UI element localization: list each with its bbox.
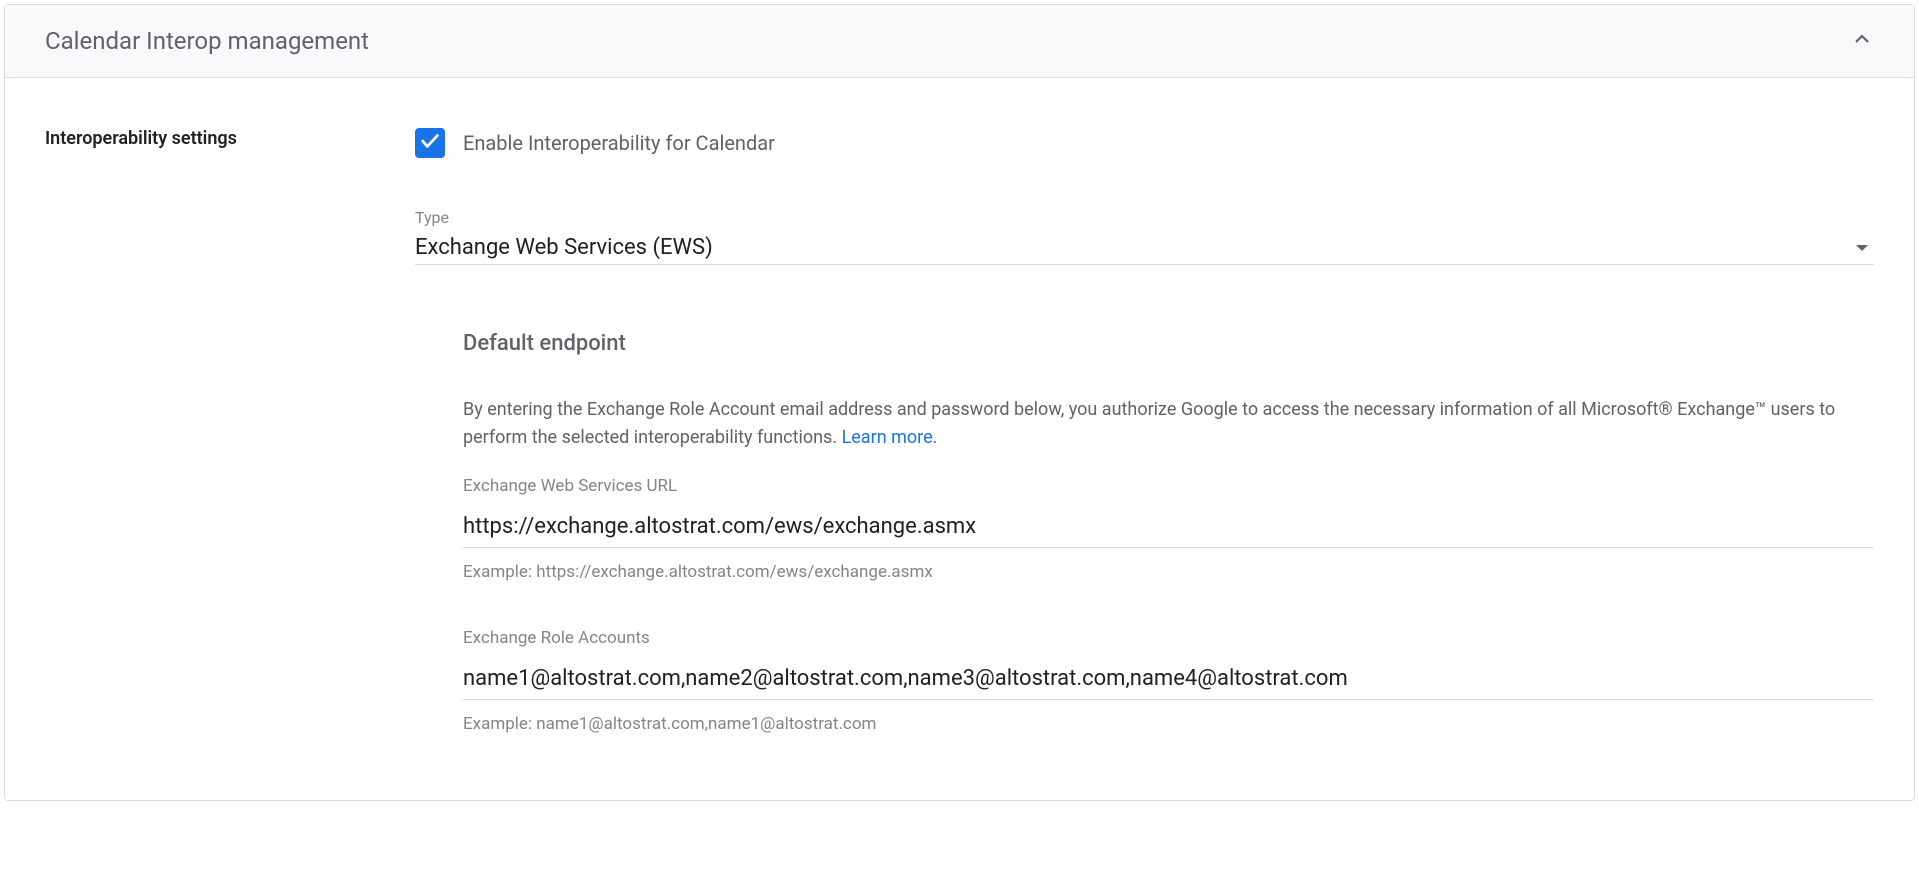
type-label: Type: [415, 208, 1874, 227]
calendar-interop-panel: Calendar Interop management Interoperabi…: [4, 4, 1915, 801]
panel-header[interactable]: Calendar Interop management: [5, 5, 1914, 78]
section-title: Interoperability settings: [45, 128, 415, 149]
panel-title: Calendar Interop management: [45, 27, 369, 55]
role-accounts-label: Exchange Role Accounts: [463, 628, 1874, 648]
ews-url-block: Exchange Web Services URL Example: https…: [463, 476, 1874, 582]
chevron-up-icon: [1850, 27, 1874, 55]
learn-more-link[interactable]: Learn more.: [842, 427, 938, 448]
endpoint-description-text: By entering the Exchange Role Account em…: [463, 399, 1835, 448]
ews-url-input[interactable]: [463, 510, 1874, 548]
role-accounts-input[interactable]: [463, 662, 1874, 700]
type-select-value: Exchange Web Services (EWS): [415, 235, 713, 260]
ews-url-example: Example: https://exchange.altostrat.com/…: [463, 562, 1874, 582]
enable-interop-row: Enable Interoperability for Calendar: [415, 128, 1874, 158]
default-endpoint-section: Default endpoint By entering the Exchang…: [415, 281, 1874, 734]
panel-body: Interoperability settings Enable Interop…: [5, 78, 1914, 800]
enable-interop-checkbox[interactable]: [415, 128, 445, 158]
checkmark-icon: [419, 130, 441, 156]
role-accounts-example: Example: name1@altostrat.com,name1@altos…: [463, 714, 1874, 734]
type-field-block: Type Exchange Web Services (EWS): [415, 208, 1874, 265]
ews-url-label: Exchange Web Services URL: [463, 476, 1874, 496]
endpoint-title: Default endpoint: [463, 331, 1874, 356]
type-select[interactable]: Exchange Web Services (EWS): [415, 235, 1874, 265]
settings-right-column: Enable Interoperability for Calendar Typ…: [415, 128, 1874, 780]
role-accounts-block: Exchange Role Accounts Example: name1@al…: [463, 628, 1874, 734]
dropdown-arrow-icon: [1856, 245, 1868, 251]
endpoint-description: By entering the Exchange Role Account em…: [463, 396, 1874, 452]
enable-interop-label: Enable Interoperability for Calendar: [463, 131, 775, 155]
settings-left-column: Interoperability settings: [45, 128, 415, 780]
